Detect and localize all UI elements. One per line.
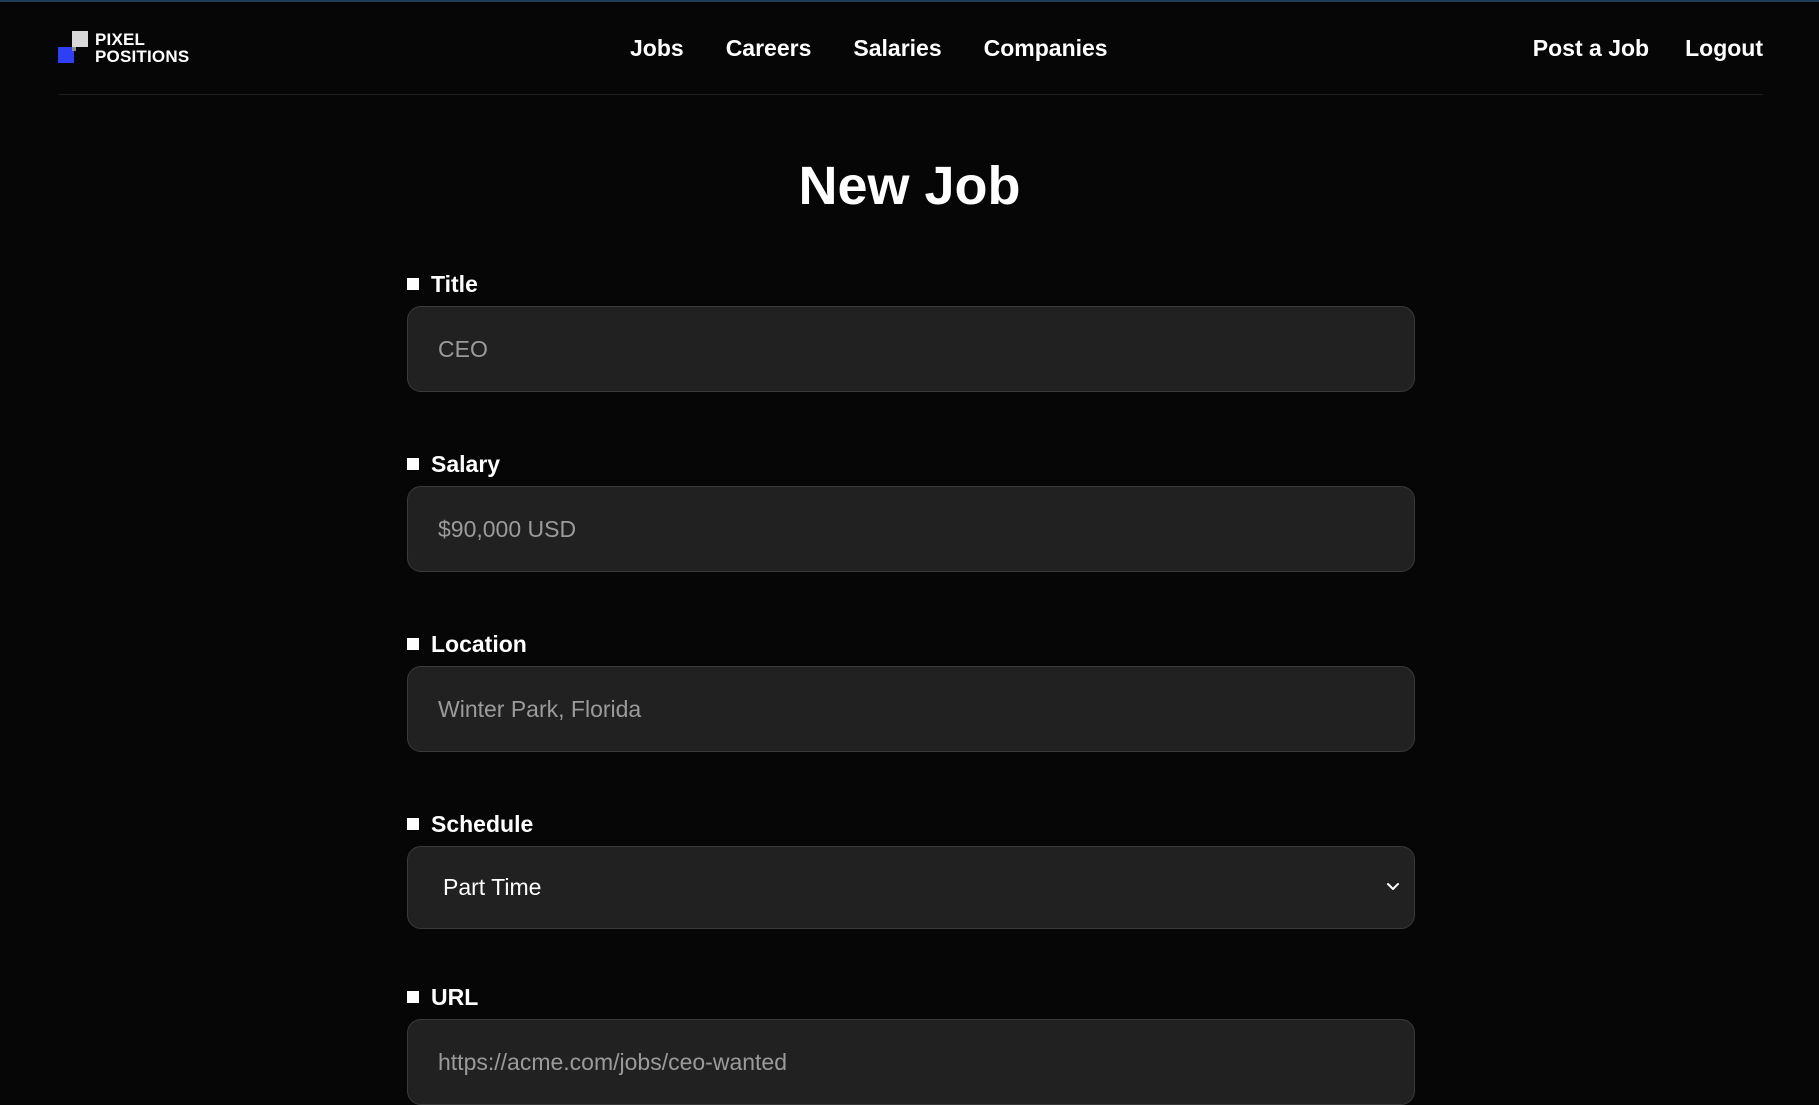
- bullet-icon: [407, 458, 419, 470]
- logo-mark-icon: [58, 31, 88, 63]
- bullet-icon: [407, 818, 419, 830]
- new-job-form: Title Salary Location Schedule Part Time: [407, 266, 1415, 1105]
- schedule-field-group: Schedule Part Time: [407, 806, 1415, 929]
- title-field-group: Title: [407, 266, 1415, 392]
- chevron-down-icon: [1387, 883, 1399, 890]
- nav-link-careers[interactable]: Careers: [726, 34, 812, 62]
- schedule-selected-value: Part Time: [443, 874, 542, 900]
- url-field-group: URL: [407, 979, 1415, 1105]
- page-title: New Job: [798, 156, 1021, 216]
- title-input[interactable]: [407, 306, 1415, 392]
- schedule-select[interactable]: Part Time: [407, 846, 1415, 929]
- nav-link-salaries[interactable]: Salaries: [853, 34, 941, 62]
- salary-input[interactable]: [407, 486, 1415, 572]
- bullet-icon: [407, 991, 419, 1003]
- nav-link-jobs[interactable]: Jobs: [630, 34, 684, 62]
- title-label: Title: [431, 270, 478, 297]
- schedule-label: Schedule: [431, 810, 534, 837]
- bullet-icon: [407, 638, 419, 650]
- top-navigation: PIXEL POSITIONS Jobs Careers Salaries Co…: [58, 0, 1763, 95]
- primary-nav: Jobs Careers Salaries Companies: [630, 34, 1108, 62]
- url-label: URL: [431, 983, 479, 1010]
- brand-logo[interactable]: PIXEL POSITIONS: [58, 31, 198, 67]
- location-label: Location: [431, 630, 527, 657]
- nav-link-companies[interactable]: Companies: [984, 34, 1108, 62]
- logout-link[interactable]: Logout: [1685, 34, 1763, 62]
- brand-name: PIXEL POSITIONS: [95, 31, 189, 65]
- salary-field-group: Salary: [407, 446, 1415, 572]
- location-field-group: Location: [407, 626, 1415, 752]
- account-nav: Post a Job Logout: [1533, 34, 1763, 62]
- bullet-icon: [407, 278, 419, 290]
- brand-line-2: POSITIONS: [95, 47, 190, 66]
- location-input[interactable]: [407, 666, 1415, 752]
- salary-label: Salary: [431, 450, 501, 477]
- url-input[interactable]: [407, 1019, 1415, 1105]
- post-job-link[interactable]: Post a Job: [1533, 34, 1649, 62]
